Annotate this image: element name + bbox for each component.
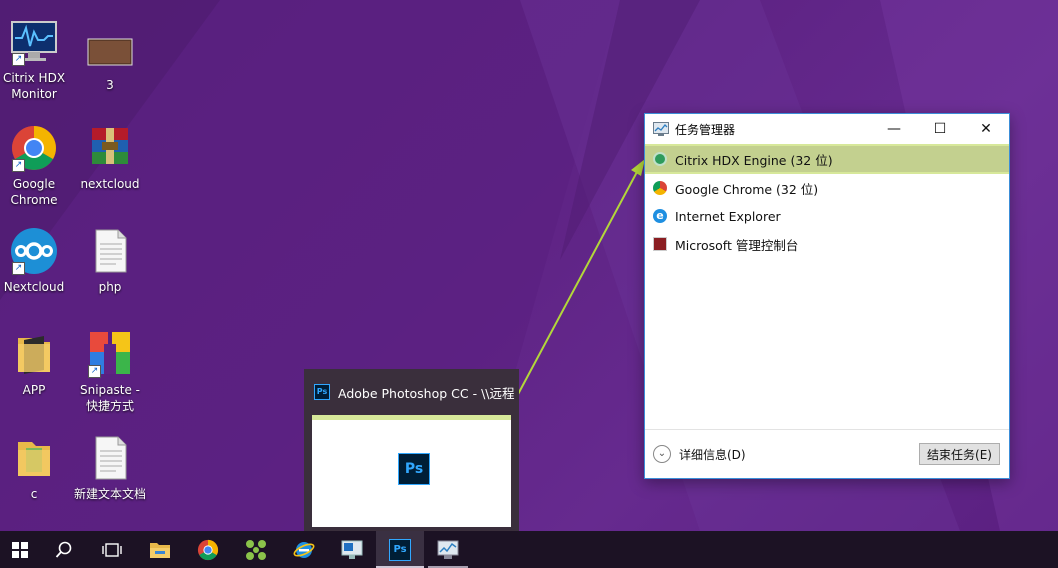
windows-logo-icon [12,541,28,558]
close-button[interactable]: ✕ [963,114,1009,144]
thumbnail-title-bar: Ps Adobe Photoshop CC - \\远程 [304,369,519,415]
process-row-microsoft-management-console[interactable]: Microsoft 管理控制台 [645,230,1009,258]
process-name: Internet Explorer [675,208,781,224]
task-manager-footer: ⌄ 详细信息(D) 结束任务(E) [645,429,1009,478]
task-manager-icon [653,122,669,136]
thumbnail-content[interactable]: Ps [312,415,511,527]
chevron-down-icon: ⌄ [653,445,671,463]
title-bar[interactable]: 任务管理器 — ☐ ✕ [645,114,1009,144]
thumbnail-title: Adobe Photoshop CC - \\远程 [338,385,515,401]
taskbar-citrix[interactable] [232,531,280,568]
photoshop-icon: Ps [389,538,411,561]
start-button[interactable] [0,531,40,568]
process-list: Citrix HDX Engine (32 位) Google Chrome (… [645,144,1009,258]
taskbar-task-manager[interactable] [424,531,472,568]
task-manager-window[interactable]: 任务管理器 — ☐ ✕ Citrix HDX Engine (32 位) Goo… [644,113,1010,479]
search-button[interactable] [40,531,88,568]
process-row-google-chrome[interactable]: Google Chrome (32 位) [645,174,1009,202]
process-name: Microsoft 管理控制台 [675,237,799,253]
taskbar-internet-explorer[interactable] [280,531,328,568]
ie-icon [293,541,315,558]
file-explorer-icon [150,542,170,558]
taskbar: Ps [0,531,1058,568]
taskbar-file-explorer[interactable] [136,531,184,568]
minimize-button[interactable]: — [871,114,917,144]
process-name: Google Chrome (32 位) [675,181,819,197]
mmc-icon [653,237,667,251]
process-name: Citrix HDX Engine (32 位) [675,152,833,168]
remote-desktop-icon [341,540,363,559]
photoshop-icon: Ps [398,453,430,485]
more-details-label: 详细信息(D) [679,447,746,462]
process-row-internet-explorer[interactable]: e Internet Explorer [645,202,1009,230]
maximize-button[interactable]: ☐ [917,114,963,144]
ie-icon: e [653,209,667,223]
more-details-toggle[interactable]: ⌄ 详细信息(D) [653,445,919,463]
desktop: ↗ Citrix HDX Monitor 3 ↗ Google Chrome n… [0,0,1058,531]
chrome-icon [653,181,667,195]
citrix-icon [246,539,266,560]
process-row-citrix-hdx-engine[interactable]: Citrix HDX Engine (32 位) [645,144,1009,174]
photoshop-icon: Ps [314,384,330,400]
task-view-button[interactable] [88,531,136,568]
taskbar-thumbnail-preview[interactable]: Ps Adobe Photoshop CC - \\远程 Ps [304,369,519,531]
window-title: 任务管理器 [675,122,736,137]
taskbar-remote-desktop[interactable] [328,531,376,568]
chrome-icon [197,539,219,560]
task-view-icon [102,542,122,557]
taskbar-chrome[interactable] [184,531,232,568]
citrix-icon [653,152,667,166]
taskbar-photoshop[interactable]: Ps [376,531,424,568]
end-task-button[interactable]: 结束任务(E) [919,443,1000,465]
task-manager-icon [437,540,459,559]
search-icon [55,541,72,558]
